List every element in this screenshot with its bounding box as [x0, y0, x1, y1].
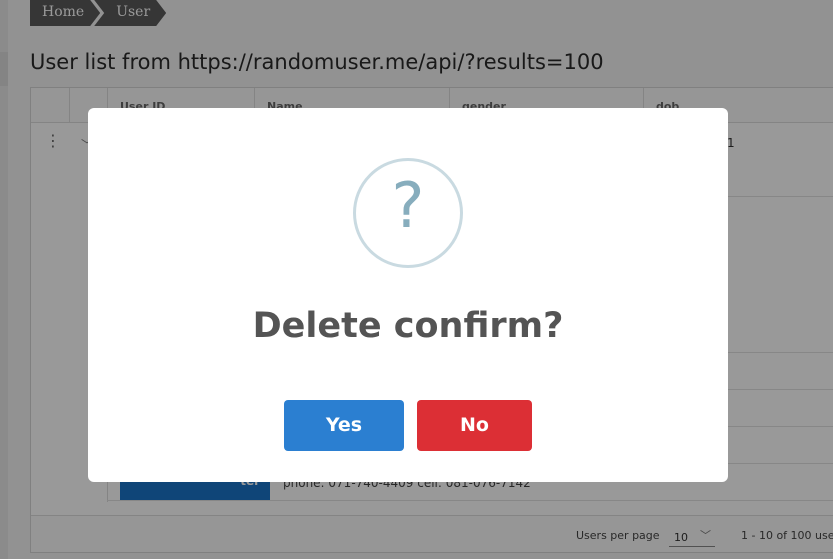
yes-button[interactable]: Yes [284, 400, 404, 451]
no-button[interactable]: No [417, 400, 532, 451]
question-mark-icon: ? [353, 158, 463, 268]
dialog-title: Delete confirm? [252, 306, 564, 346]
delete-confirm-dialog: ? Delete confirm? Yes No [88, 108, 728, 482]
question-mark-glyph: ? [391, 169, 425, 242]
